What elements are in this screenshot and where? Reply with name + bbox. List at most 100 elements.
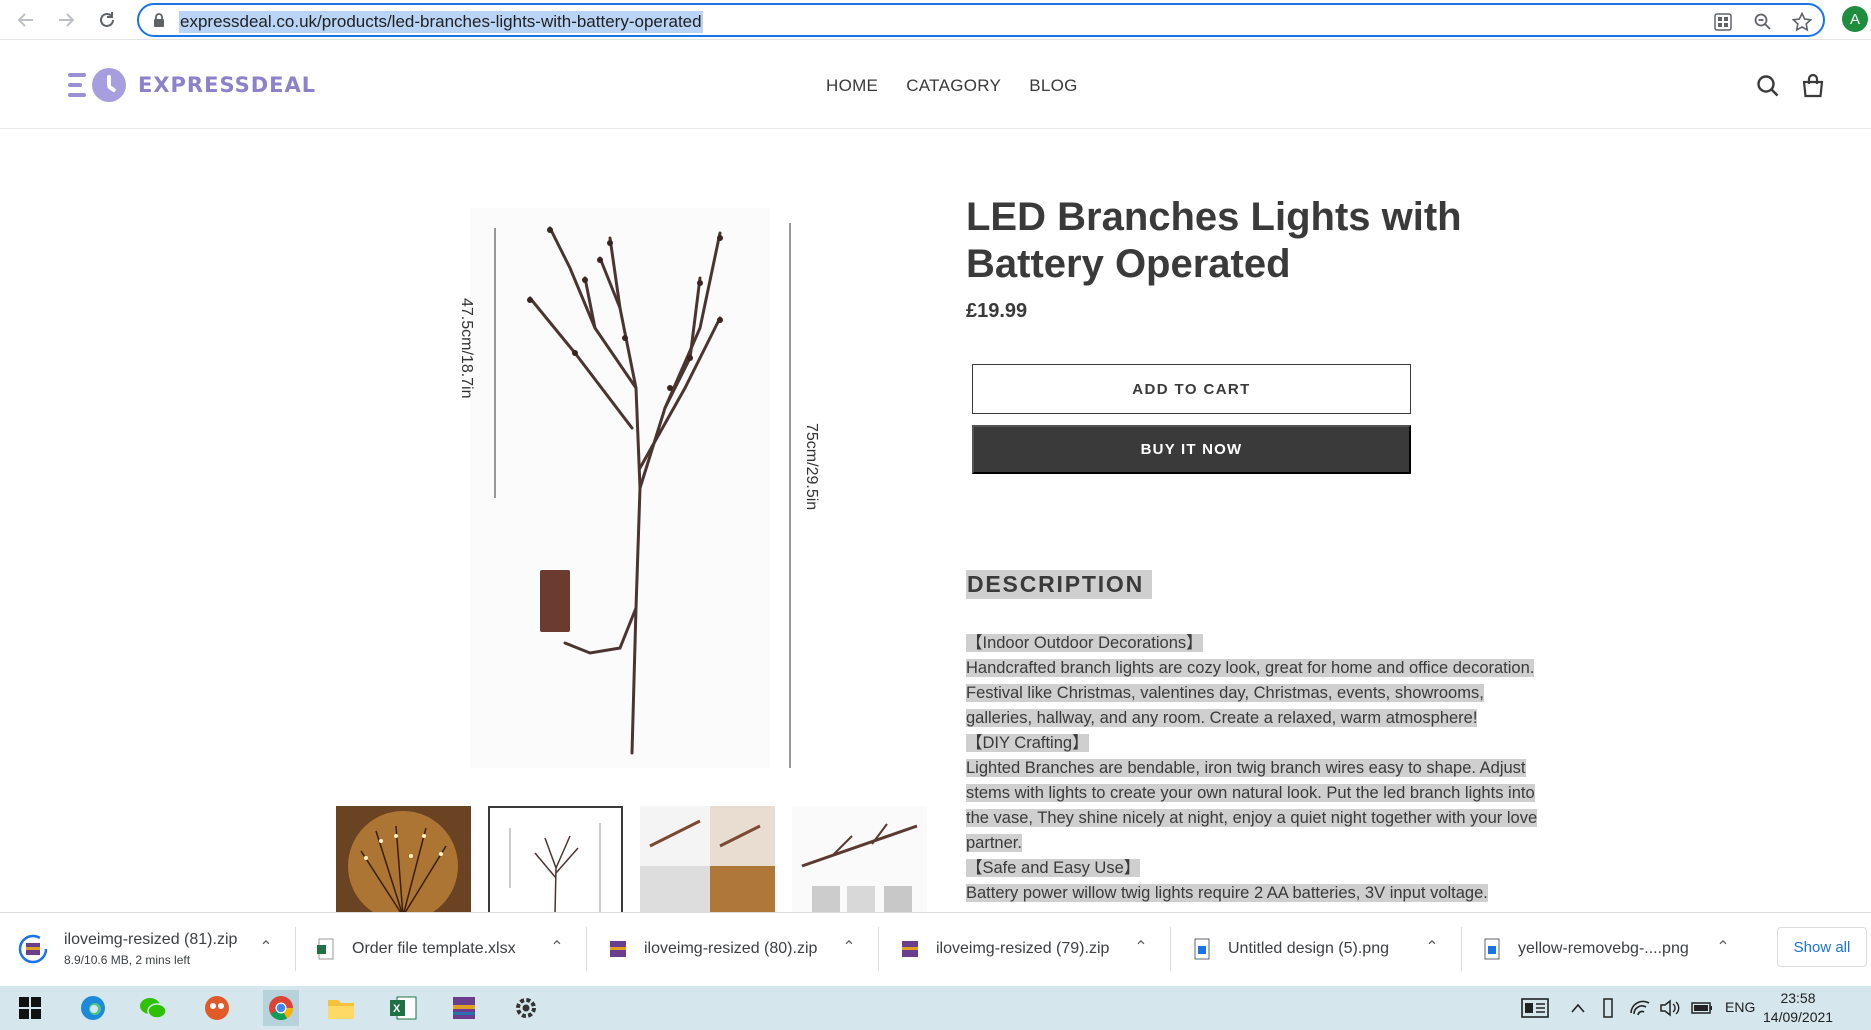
download-item-1[interactable]: iloveimg-resized (81).zip 8.9/10.6 MB, 2… xyxy=(18,913,237,985)
site-logo[interactable]: EXPRESSDEAL xyxy=(68,68,316,102)
image-file-icon xyxy=(1194,938,1210,960)
zoom-out-icon[interactable] xyxy=(1752,11,1774,33)
search-icon[interactable] xyxy=(1755,73,1781,99)
desc-line-2: Handcrafted branch lights are cozy look,… xyxy=(966,659,1535,677)
desc-line-10: 【Safe and Easy Use】 xyxy=(966,859,1141,877)
winrar-icon[interactable] xyxy=(449,994,479,1022)
thumbnail-2[interactable] xyxy=(488,806,623,916)
download-name: iloveimg-resized (79).zip xyxy=(936,940,1110,957)
forward-arrow-icon[interactable] xyxy=(52,6,80,34)
divider xyxy=(586,927,587,971)
divider xyxy=(1461,927,1462,971)
download-item-6[interactable]: yellow-removebg-....png xyxy=(1482,913,1689,985)
desc-line-8: the vase, They shine nicely at night, en… xyxy=(966,809,1538,827)
nav-blog[interactable]: BLOG xyxy=(1029,76,1077,96)
download-item-4[interactable]: iloveimg-resized (79).zip xyxy=(900,913,1109,985)
spreadsheet-file-icon xyxy=(317,938,334,960)
desc-line-3: Festival like Christmas, valentines day,… xyxy=(966,684,1484,702)
edge-browser-icon[interactable] xyxy=(78,994,108,1022)
divider xyxy=(878,927,879,971)
reload-icon[interactable] xyxy=(93,6,121,34)
download-item-2[interactable]: Order file template.xlsx xyxy=(316,913,516,985)
chevron-up-icon[interactable]: ⌃ xyxy=(1422,937,1442,957)
height-label-long: 75cm/29.5in xyxy=(803,423,820,510)
game-app-icon[interactable] xyxy=(202,994,232,1022)
svg-text:X: X xyxy=(393,1003,401,1015)
url-text[interactable]: expressdeal.co.uk/products/led-branches-… xyxy=(179,11,703,33)
thumbnail-4[interactable] xyxy=(792,806,927,916)
profile-avatar[interactable]: A xyxy=(1842,6,1868,32)
download-item-3[interactable]: iloveimg-resized (80).zip xyxy=(608,913,817,985)
main-nav: HOME CATAGORY BLOG xyxy=(826,76,1078,96)
file-explorer-icon[interactable] xyxy=(326,994,356,1022)
zip-archive-icon xyxy=(610,941,626,957)
show-all-downloads-button[interactable]: Show all xyxy=(1777,927,1867,967)
desc-line-4: galleries, hallway, and any room. Create… xyxy=(966,709,1478,727)
divider xyxy=(1170,927,1171,971)
back-arrow-icon[interactable] xyxy=(12,6,40,34)
image-file-icon xyxy=(1484,938,1500,960)
thumbnail-strip xyxy=(336,806,927,916)
height-label-short: 47.5cm/18.7in xyxy=(458,298,475,399)
excel-icon[interactable]: X xyxy=(388,994,418,1022)
chevron-up-icon[interactable]: ⌃ xyxy=(1131,937,1151,957)
battery-icon[interactable] xyxy=(1690,994,1714,1022)
thumbnail-1[interactable] xyxy=(336,806,471,916)
buy-it-now-button[interactable]: BUY IT NOW xyxy=(972,425,1411,474)
chevron-up-icon[interactable]: ⌃ xyxy=(547,937,567,957)
language-indicator[interactable]: ENG xyxy=(1725,999,1755,1015)
browser-toolbar: expressdeal.co.uk/products/led-branches-… xyxy=(0,0,1871,40)
wifi-icon[interactable] xyxy=(1628,994,1652,1022)
nav-catagory[interactable]: CATAGORY xyxy=(906,76,1001,96)
system-clock[interactable]: 23:58 14/09/2021 xyxy=(1763,989,1833,1027)
chevron-up-icon[interactable]: ⌃ xyxy=(839,937,859,957)
site-header: EXPRESSDEAL HOME CATAGORY BLOG xyxy=(0,41,1871,129)
download-progress-icon xyxy=(18,934,48,964)
lock-icon xyxy=(154,13,164,27)
product-main-image[interactable]: 47.5cm/18.7in 75cm/29.5in xyxy=(400,188,920,788)
bookmark-star-icon[interactable] xyxy=(1791,11,1813,33)
download-status: 8.9/10.6 MB, 2 mins left xyxy=(64,953,191,967)
divider xyxy=(295,927,296,971)
download-name: Order file template.xlsx xyxy=(352,940,516,957)
desc-line-6: Lighted Branches are bendable, iron twig… xyxy=(966,759,1526,777)
nav-home[interactable]: HOME xyxy=(826,76,878,96)
add-to-cart-button[interactable]: ADD TO CART xyxy=(972,364,1411,414)
description-body: 【Indoor Outdoor Decorations】 Handcrafted… xyxy=(966,631,1566,906)
chrome-icon[interactable] xyxy=(263,990,299,1026)
clock-date: 14/09/2021 xyxy=(1763,1009,1834,1025)
description-heading: DESCRIPTION xyxy=(966,570,1152,599)
desc-line-11: Battery power willow twig lights require… xyxy=(966,884,1488,902)
download-name: iloveimg-resized (81).zip xyxy=(64,931,238,948)
news-widget-icon[interactable] xyxy=(1520,994,1550,1022)
product-title: LED Branches Lights with Battery Operate… xyxy=(966,195,1462,286)
thumbnail-3[interactable] xyxy=(640,806,775,916)
download-item-5[interactable]: Untitled design (5).png xyxy=(1192,913,1389,985)
cart-icon[interactable] xyxy=(1800,73,1826,99)
product-price: £19.99 xyxy=(966,300,1028,322)
clock-time: 23:58 xyxy=(1780,990,1816,1006)
chevron-up-icon[interactable]: ⌃ xyxy=(1713,937,1733,957)
zip-archive-icon xyxy=(902,941,918,957)
windows-taskbar: X ENG 23:58 14/09/2021 xyxy=(0,986,1871,1030)
windows-start-icon[interactable] xyxy=(15,994,45,1022)
desc-line-7: stems with lights to create your own nat… xyxy=(966,784,1535,802)
download-name: iloveimg-resized (80).zip xyxy=(644,940,818,957)
address-bar[interactable]: expressdeal.co.uk/products/led-branches-… xyxy=(137,3,1825,37)
chevron-up-icon[interactable]: ⌃ xyxy=(256,937,276,957)
download-bar: iloveimg-resized (81).zip 8.9/10.6 MB, 2… xyxy=(0,912,1871,984)
apps-grid-icon[interactable] xyxy=(1712,11,1734,33)
settings-gear-icon[interactable] xyxy=(511,994,541,1022)
download-name: yellow-removebg-....png xyxy=(1518,940,1689,957)
desc-line-9: partner. xyxy=(966,834,1022,852)
logo-text: EXPRESSDEAL xyxy=(138,73,317,97)
download-name: Untitled design (5).png xyxy=(1228,940,1389,957)
logo-lines-icon xyxy=(68,70,90,100)
volume-icon[interactable] xyxy=(1658,994,1682,1022)
branch-lights-illustration: 47.5cm/18.7in 75cm/29.5in xyxy=(458,208,820,768)
clock-icon xyxy=(92,68,126,102)
desc-line-5: 【DIY Crafting】 xyxy=(966,734,1089,752)
usb-device-icon[interactable] xyxy=(1598,994,1618,1022)
wechat-icon[interactable] xyxy=(138,994,168,1022)
chevron-up-tray-icon[interactable] xyxy=(1568,994,1588,1022)
